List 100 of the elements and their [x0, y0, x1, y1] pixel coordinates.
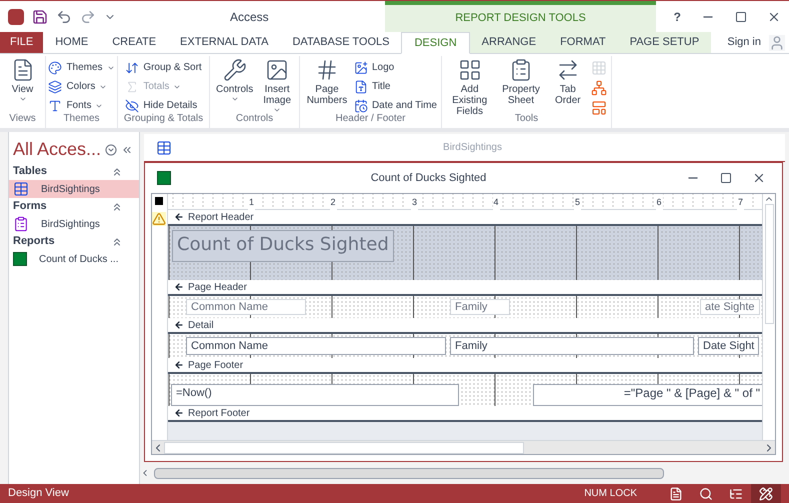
group-label: Views: [8, 112, 37, 126]
ruler-number: 1: [248, 194, 256, 210]
nav-item[interactable]: BirdSightings: [9, 215, 139, 233]
ribbon-button[interactable]: Add Existing Fields: [446, 56, 494, 117]
list-icon: [729, 486, 743, 500]
close-icon[interactable]: [752, 171, 766, 185]
ruler-number: 3: [411, 194, 418, 210]
background-window-title: BirdSightings: [442, 141, 503, 155]
layout-icon[interactable]: [591, 100, 608, 116]
caret-icon: [230, 95, 239, 103]
network-icon[interactable]: [591, 80, 608, 96]
image-icon: [354, 60, 368, 74]
user-icon[interactable]: [769, 34, 785, 50]
ribbon-tab[interactable]: FILE: [0, 32, 44, 53]
group-label: Grouping & Totals: [122, 112, 204, 126]
ribbon-tab[interactable]: CREATE: [100, 32, 168, 53]
column-label[interactable]: Common Name: [186, 299, 306, 315]
page-icon: [354, 80, 368, 94]
nav-group-header[interactable]: Forms: [13, 198, 47, 215]
page-icon: [669, 486, 683, 500]
layers-icon: [48, 80, 62, 94]
ruler-number: 2: [330, 194, 337, 210]
palette-icon: [48, 60, 62, 74]
redo-icon[interactable]: [80, 8, 96, 24]
group-label: Controls: [234, 112, 274, 126]
ribbon-button[interactable]: Group & Sort: [125, 60, 202, 75]
group-label: Themes: [62, 112, 101, 126]
collapse-icon[interactable]: [111, 200, 123, 212]
text-box-control[interactable]: =Now(): [171, 384, 459, 406]
report-window-title: Count of Ducks Sighted: [370, 170, 488, 186]
num-lock-indicator: NUM LOCK: [584, 487, 637, 501]
horizontal-scrollbar[interactable]: [152, 440, 775, 454]
ribbon-button[interactable]: Insert Image: [259, 56, 295, 114]
table-icon: [156, 140, 172, 156]
undo-icon[interactable]: [56, 8, 72, 24]
vertical-scrollbar[interactable]: [762, 194, 775, 440]
preview-icon: [699, 486, 713, 500]
nav-item[interactable]: BirdSightings: [9, 180, 139, 198]
text-box-control[interactable]: Common Name: [186, 337, 446, 355]
ruler-number: 7: [737, 194, 744, 210]
ribbon-tab[interactable]: HOME: [43, 32, 100, 53]
section-marker-icon: [174, 360, 184, 370]
section-bar[interactable]: Report Header: [168, 210, 762, 226]
grid-icon: [458, 58, 482, 82]
text-box-control[interactable]: Date Sight: [698, 337, 760, 355]
ribbon-button[interactable]: Colors: [48, 79, 115, 94]
ribbon-button[interactable]: Controls: [214, 56, 256, 103]
report-selector[interactable]: [152, 194, 166, 208]
ribbon-button[interactable]: Property Sheet: [497, 56, 545, 106]
collapse-icon[interactable]: [111, 236, 123, 248]
ruler-number: 4: [492, 194, 500, 210]
section-bar[interactable]: Page Header: [168, 280, 762, 296]
nav-group-header[interactable]: Tables: [13, 163, 48, 180]
ribbon-button[interactable]: View: [8, 56, 36, 103]
section-marker-icon: [174, 320, 184, 330]
calendar-icon: [354, 98, 368, 112]
image-icon: [265, 58, 290, 82]
section-title: Report Footer: [188, 406, 250, 420]
group-label: Tools: [514, 112, 540, 126]
ribbon-button[interactable]: Date and Time: [354, 98, 437, 113]
window-title: Access: [230, 8, 270, 26]
ribbon-tab[interactable]: EXTERNAL DATA: [168, 32, 280, 53]
ribbon-button[interactable]: Tab Order: [548, 56, 588, 106]
status-text: Design View: [8, 486, 70, 502]
report-icon: [157, 171, 171, 185]
ribbon-button[interactable]: Hide Details: [125, 98, 202, 113]
section-bar[interactable]: Detail: [168, 318, 762, 334]
nav-item[interactable]: Count of Ducks ...: [9, 250, 139, 268]
nav-pane-title[interactable]: All Acces...: [13, 136, 102, 163]
ribbon-tab[interactable]: DESIGN: [401, 32, 470, 54]
text-box-control[interactable]: Family: [450, 337, 694, 355]
help-button[interactable]: ?: [674, 8, 681, 26]
section-bar[interactable]: Page Footer: [168, 358, 762, 374]
column-label[interactable]: Family: [450, 299, 510, 315]
section-title: Page Footer: [188, 358, 244, 372]
ribbon-button[interactable]: Title: [354, 79, 437, 94]
dropdown-icon[interactable]: [105, 144, 118, 156]
sign-in-link[interactable]: Sign in: [727, 34, 761, 51]
caret-icon: [18, 95, 26, 103]
ribbon-tab[interactable]: FORMAT: [548, 32, 618, 53]
ribbon-tab[interactable]: DATABASE TOOLS: [280, 32, 402, 53]
section-marker-icon: [174, 282, 184, 292]
nav-group-header[interactable]: Reports: [13, 233, 55, 250]
ribbon-tab[interactable]: PAGE SETUP: [618, 32, 712, 53]
maximize-icon[interactable]: [720, 172, 732, 184]
text-box-control[interactable]: ="Page " & [Page] & " of ": [533, 384, 762, 406]
save-icon[interactable]: [32, 8, 48, 24]
report-icon: [13, 252, 27, 266]
ribbon-button[interactable]: Themes: [48, 60, 115, 75]
maximize-icon[interactable]: [735, 10, 747, 22]
section-bar[interactable]: Report Footer: [168, 406, 762, 422]
ribbon-button[interactable]: Fonts: [48, 98, 115, 113]
ribbon-button[interactable]: Page Numbers: [304, 56, 350, 106]
column-label[interactable]: ate Sighte: [700, 299, 760, 315]
section-title: Report Header: [188, 210, 254, 224]
section-marker-icon: [174, 212, 184, 222]
ribbon-tab[interactable]: ARRANGE: [470, 32, 548, 53]
ribbon-button[interactable]: Logo: [354, 60, 437, 75]
collapse-icon[interactable]: [111, 166, 123, 178]
view-button[interactable]: [751, 484, 781, 503]
